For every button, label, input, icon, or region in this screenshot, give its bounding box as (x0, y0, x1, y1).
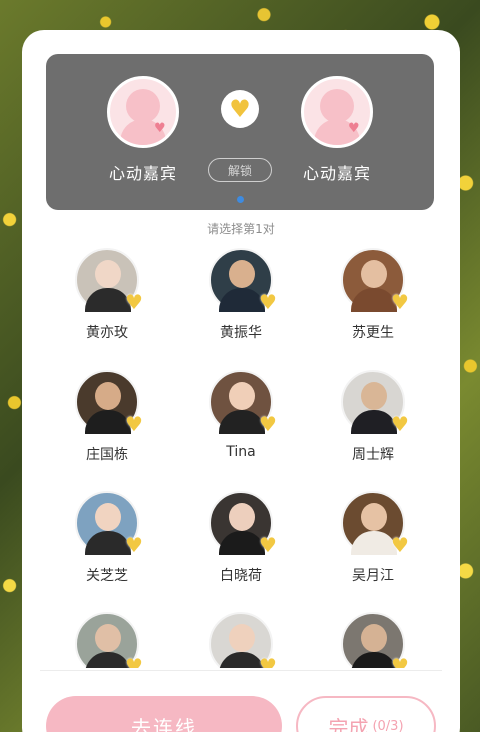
heart-lock-icon: ♥ (125, 654, 143, 668)
avatar: ♥ (75, 370, 143, 434)
avatar: ♥ (75, 612, 143, 668)
cast-member-name: 苏更生 (352, 325, 394, 341)
avatar: ♥ (341, 491, 409, 555)
done-label: 完成 (328, 715, 369, 732)
cast-member-item[interactable]: ♥ (181, 612, 301, 668)
cast-member-name: 周士辉 (352, 447, 394, 463)
pair-panel: ♥ 心动嘉宾 ♥ 解锁 ♥ 心动嘉宾 (46, 54, 434, 210)
done-count: (0/3) (372, 718, 404, 732)
cast-member-name: 黄振华 (220, 325, 262, 341)
cast-member-item[interactable]: ♥ 关芝芝 (47, 491, 167, 585)
avatar: ♥ (341, 612, 409, 668)
cast-grid: ♥ 黄亦玫 ♥ 黄振华 ♥ 苏更生 ♥ 庄国栋 ♥ Tina ♥ 周士辉 ♥ 关芝芝 ♥ 白晓荷 ♥ 吴月江 ♥ ♥ ♥ (22, 248, 460, 668)
heart-lock-icon: ♥ (259, 412, 277, 436)
cast-member-item[interactable]: ♥ 白晓荷 (181, 491, 301, 585)
cast-member-item[interactable]: ♥ (47, 612, 167, 668)
heart-lock-icon: ♥ (391, 290, 409, 314)
heart-lock-icon: ♥ (391, 654, 409, 668)
done-button[interactable]: 完成 (0/3) (296, 696, 436, 732)
divider (40, 670, 442, 671)
cast-member-item[interactable]: ♥ Tina (181, 370, 301, 460)
left-guest-slot[interactable]: ♥ 心动嘉宾 (88, 76, 198, 184)
avatar: ♥ (75, 248, 143, 312)
avatar: ♥ (209, 370, 277, 434)
guest-placeholder-avatar: ♥ (301, 76, 373, 148)
cast-member-item[interactable]: ♥ 周士辉 (313, 370, 433, 464)
heart-lock-icon: ♥ (259, 533, 277, 557)
left-guest-label: 心动嘉宾 (108, 164, 177, 183)
avatar: ♥ (75, 491, 143, 555)
selection-hint: 请选择第1对 (207, 222, 275, 236)
connect-button[interactable]: 去连线 (46, 696, 282, 732)
cast-member-name: 庄国栋 (86, 447, 128, 463)
cast-member-item[interactable]: ♥ 庄国栋 (47, 370, 167, 464)
cast-member-name: Tina (226, 444, 256, 460)
cast-member-item[interactable]: ♥ 黄振华 (181, 248, 301, 342)
avatar: ♥ (209, 248, 277, 312)
cast-member-name: 黄亦玫 (86, 325, 128, 341)
heart-lock-icon: ♥ (125, 290, 143, 314)
cast-member-item[interactable]: ♥ (313, 612, 433, 668)
cast-member-name: 关芝芝 (86, 568, 128, 584)
cast-member-item[interactable]: ♥ 苏更生 (313, 248, 433, 342)
cast-member-name: 白晓荷 (220, 568, 262, 584)
guest-placeholder-avatar: ♥ (107, 76, 179, 148)
cast-member-name: 吴月江 (352, 568, 394, 584)
cast-member-item[interactable]: ♥ 黄亦玫 (47, 248, 167, 342)
heart-lock-icon: ♥ (391, 533, 409, 557)
heart-icon: ♥ (154, 121, 166, 136)
heart-lock-icon: ♥ (391, 412, 409, 436)
avatar: ♥ (341, 370, 409, 434)
heart-lock-icon: ♥ (221, 90, 259, 128)
heart-lock-icon: ♥ (125, 412, 143, 436)
avatar: ♥ (341, 248, 409, 312)
heart-lock-icon: ♥ (259, 654, 277, 668)
heart-lock-icon: ♥ (259, 290, 277, 314)
heart-lock-icon: ♥ (125, 533, 143, 557)
heart-icon: ♥ (348, 121, 360, 136)
cast-member-item[interactable]: ♥ 吴月江 (313, 491, 433, 585)
avatar: ♥ (209, 491, 277, 555)
matching-card: ♥ 心动嘉宾 ♥ 解锁 ♥ 心动嘉宾 请选择第1对 ♥ 黄亦玫 ♥ 黄振华 ♥ 苏更生 ♥ 庄… (22, 30, 460, 732)
page-indicator-dot (237, 196, 244, 203)
right-guest-slot[interactable]: ♥ 心动嘉宾 (282, 76, 392, 184)
avatar: ♥ (209, 612, 277, 668)
right-guest-label: 心动嘉宾 (302, 164, 371, 183)
unlock-button[interactable]: 解锁 (208, 158, 272, 182)
